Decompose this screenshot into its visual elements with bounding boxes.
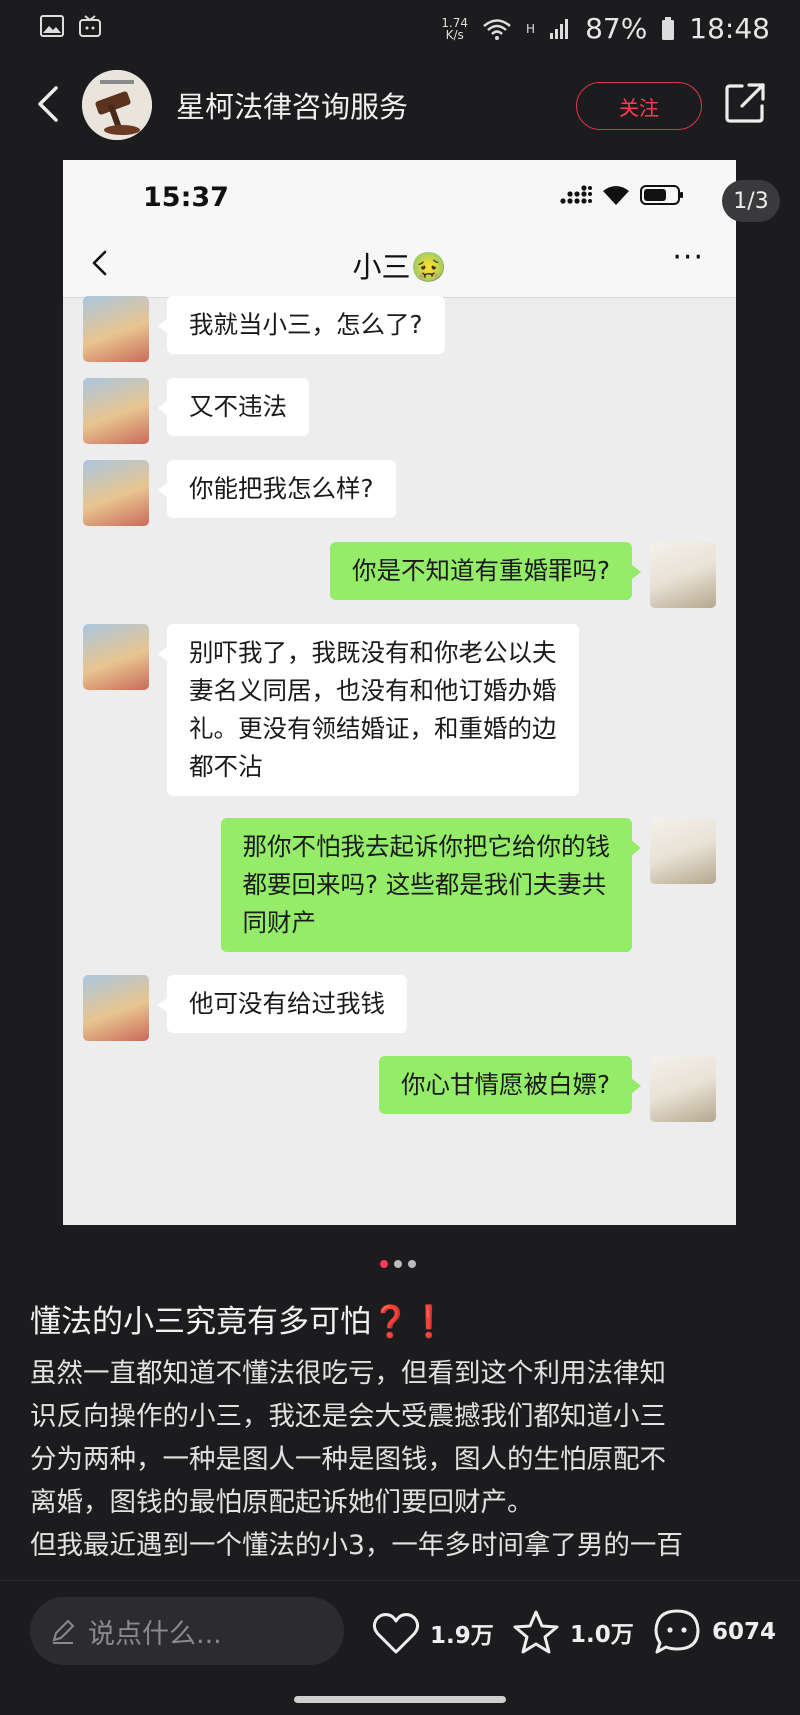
user-avatar <box>650 1056 716 1122</box>
signal-icon <box>550 18 569 39</box>
post-body-line: 虽然一直都知道不懂法很吃亏，但看到这个利用法律知 <box>30 1358 666 1389</box>
message-text: 妻名义同居，也没有和他订婚办婚 <box>189 676 557 705</box>
battery-icon <box>662 16 675 40</box>
gavel-icon <box>82 70 152 140</box>
message-bubble: 你心甘情愿被白嫖? <box>378 1056 642 1114</box>
comment-icon <box>654 1609 700 1654</box>
net-speed: 1.74 K/s <box>441 17 468 41</box>
like-button[interactable]: 1.9万 <box>372 1611 494 1655</box>
post-header: 星柯法律咨询服务 关注 <box>0 60 800 158</box>
post-body[interactable]: 虽然一直都知道不懂法很吃亏，但看到这个利用法律知 识反向操作的小三，我还是会大受… <box>30 1352 770 1567</box>
battery-icon <box>640 185 683 205</box>
wifi-icon <box>603 186 629 205</box>
status-left <box>40 14 102 38</box>
message-bubble: 别吓我了，我既没有和你老公以夫 妻名义同居，也没有和他订婚办婚 礼。更没有领结婚… <box>158 624 579 796</box>
contact-avatar <box>83 296 149 362</box>
author-avatar[interactable] <box>82 70 152 140</box>
signal-type: H <box>526 21 536 36</box>
signal-icon <box>560 185 592 204</box>
chat-header: 小三🤢 ··· <box>63 230 736 298</box>
author-name[interactable]: 星柯法律咨询服务 <box>176 84 408 126</box>
battery-percent: 87% <box>585 12 648 45</box>
comment-input[interactable]: 说点什么... <box>30 1597 344 1665</box>
message-bubble: 你是不知道有重婚罪吗? <box>329 542 642 600</box>
message-bubble: 我就当小三，怎么了? <box>158 296 445 354</box>
image-status-icons <box>560 184 684 206</box>
comment-count: 6074 <box>712 1619 777 1645</box>
message-text: 你心甘情愿被白嫖? <box>400 1070 610 1099</box>
heart-icon <box>372 1613 420 1654</box>
post-title: 懂法的小三究竟有多可怕❓❗ <box>30 1304 449 1340</box>
image-counter: 1/3 <box>722 180 780 222</box>
contact-avatar <box>83 624 149 690</box>
message-text: 礼。更没有领结婚证，和重婚的边 <box>189 714 557 743</box>
follow-button[interactable]: 关注 <box>576 82 702 130</box>
favorite-button[interactable]: 1.0万 <box>512 1609 634 1655</box>
message-bubble: 又不违法 <box>158 378 309 436</box>
contact-avatar <box>83 460 149 526</box>
message-text: 他可没有给过我钱 <box>189 989 385 1018</box>
message-incoming: 我就当小三，怎么了? <box>83 296 445 362</box>
message-text: 你是不知道有重婚罪吗? <box>351 556 610 585</box>
message-text: 我就当小三，怎么了? <box>189 310 423 339</box>
chat-title: 小三🤢 <box>352 250 447 284</box>
gallery-icon <box>40 15 64 37</box>
message-text: 你能把我怎么样? <box>189 474 374 503</box>
wifi-icon <box>483 18 511 40</box>
message-bubble: 他可没有给过我钱 <box>158 975 407 1033</box>
post-image[interactable]: 15:37 小三🤢 ··· 我就当小三，怎么了? 又不违法 你能把我怎么样? 你… <box>63 160 736 1225</box>
carousel-dot[interactable] <box>408 1260 416 1268</box>
share-icon[interactable] <box>722 80 768 126</box>
message-text: 同财产 <box>242 908 317 937</box>
post-body-line: 但我最近遇到一个懂法的小3，一年多时间拿了男的一百 <box>30 1530 683 1561</box>
message-outgoing: 你心甘情愿被白嫖? <box>378 1056 716 1122</box>
user-avatar <box>650 818 716 884</box>
user-avatar <box>650 542 716 608</box>
clock: 18:48 <box>689 12 770 45</box>
message-text: 又不违法 <box>189 392 287 421</box>
bottom-bar: 说点什么... 1.9万 1.0万 6074 <box>0 1580 800 1686</box>
message-outgoing: 那你不怕我去起诉你把它给你的钱 都要回来吗? 这些都是我们夫妻共 同财产 <box>220 818 716 952</box>
back-icon[interactable] <box>28 82 72 126</box>
contact-avatar <box>83 378 149 444</box>
comment-placeholder: 说点什么... <box>88 1618 222 1650</box>
message-text: 那你不怕我去起诉你把它给你的钱 <box>242 832 611 861</box>
message-bubble: 你能把我怎么样? <box>158 460 396 518</box>
net-speed-unit: K/s <box>445 27 464 42</box>
carousel-dots <box>380 1260 416 1268</box>
message-text: 都不沾 <box>189 752 263 781</box>
star-icon <box>513 1610 559 1654</box>
home-indicator[interactable] <box>294 1696 506 1703</box>
message-bubble: 那你不怕我去起诉你把它给你的钱 都要回来吗? 这些都是我们夫妻共 同财产 <box>220 818 641 952</box>
post-body-line: 分为两种，一种是图人一种是图钱，图人的生怕原配不 <box>30 1444 666 1475</box>
net-speed-value: 1.74 <box>441 15 469 30</box>
message-incoming: 又不违法 <box>83 378 309 444</box>
post-body-line: 离婚，图钱的最怕原配起诉她们要回财产。 <box>30 1487 534 1518</box>
post-body-line: 识反向操作的小三，我还是会大受震撼我们都知道小三 <box>30 1401 666 1432</box>
edit-icon <box>52 1619 75 1644</box>
image-status-bar: 15:37 <box>63 160 736 230</box>
carousel-dot[interactable] <box>380 1260 388 1268</box>
status-bar: 1.74 K/s H 87% 18:48 <box>0 0 800 60</box>
like-count: 1.9万 <box>430 1623 494 1649</box>
more-icon[interactable]: ··· <box>672 240 704 275</box>
tv-icon <box>79 15 101 37</box>
message-incoming: 你能把我怎么样? <box>83 460 396 526</box>
message-outgoing: 你是不知道有重婚罪吗? <box>329 542 716 608</box>
message-text: 别吓我了，我既没有和你老公以夫 <box>189 638 557 667</box>
contact-avatar <box>83 975 149 1041</box>
image-clock: 15:37 <box>143 182 229 213</box>
message-text: 都要回来吗? 这些都是我们夫妻共 <box>242 870 607 899</box>
carousel-dot[interactable] <box>394 1260 402 1268</box>
status-right: 1.74 K/s H 87% 18:48 <box>441 12 770 45</box>
message-incoming: 别吓我了，我既没有和你老公以夫 妻名义同居，也没有和他订婚办婚 礼。更没有领结婚… <box>83 624 579 796</box>
favorite-count: 1.0万 <box>570 1622 634 1648</box>
comment-button[interactable]: 6074 <box>652 1607 776 1657</box>
message-incoming: 他可没有给过我钱 <box>83 975 407 1041</box>
